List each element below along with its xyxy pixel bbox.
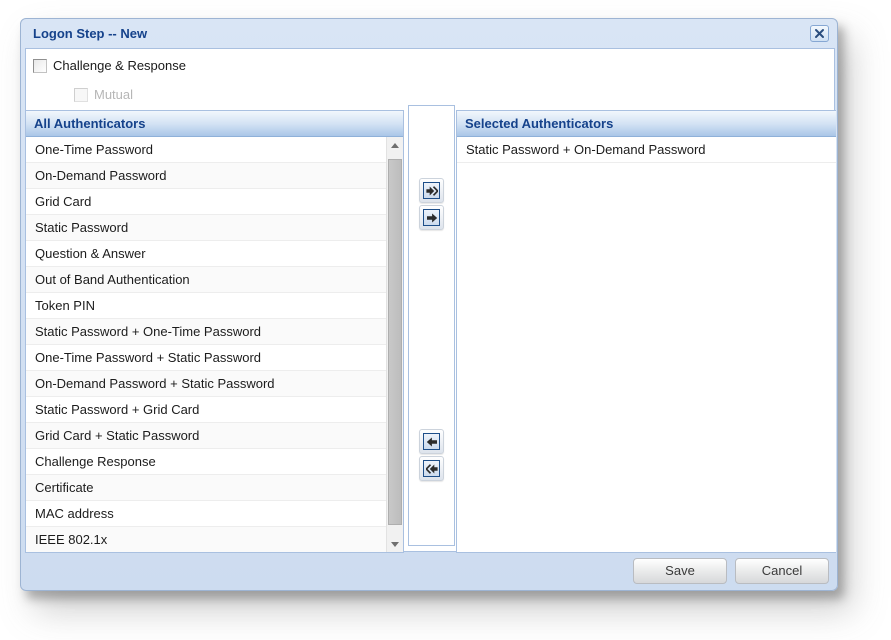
list-item[interactable]: IEEE 802.1x (26, 527, 386, 552)
list-item[interactable]: Certificate (26, 475, 386, 501)
save-button[interactable]: Save (633, 558, 727, 584)
all-authenticators-list: One-Time PasswordOn-Demand PasswordGrid … (26, 137, 386, 552)
scrollbar[interactable] (386, 137, 403, 552)
all-authenticators-panel: All Authenticators One-Time PasswordOn-D… (25, 110, 404, 553)
arrow-right-icon (426, 212, 438, 224)
list-item[interactable]: Static Password + On-Demand Password (457, 137, 836, 163)
scroll-down-button[interactable] (387, 536, 403, 552)
selected-authenticators-panel: Selected Authenticators Static Password … (456, 110, 836, 553)
list-item[interactable]: MAC address (26, 501, 386, 527)
double-arrow-right-icon (426, 185, 438, 197)
dialog-title: Logon Step -- New (33, 26, 147, 41)
list-item[interactable]: One-Time Password (26, 137, 386, 163)
transfer-column (408, 105, 455, 546)
double-arrow-left-icon (426, 463, 438, 475)
list-item[interactable]: On-Demand Password + Static Password (26, 371, 386, 397)
list-item[interactable]: Grid Card (26, 189, 386, 215)
arrow-left-icon (426, 436, 438, 448)
list-item[interactable]: On-Demand Password (26, 163, 386, 189)
list-item[interactable]: Static Password + One-Time Password (26, 319, 386, 345)
challenge-response-checkbox[interactable] (33, 59, 47, 73)
x-icon (814, 28, 825, 39)
dialog-content: Challenge & Response Mutual All Authenti… (25, 48, 835, 552)
list-item[interactable]: Static Password + Grid Card (26, 397, 386, 423)
selected-authenticators-list: Static Password + On-Demand Password (457, 137, 836, 552)
selected-authenticators-header: Selected Authenticators (457, 111, 836, 137)
logon-step-dialog: Logon Step -- New Challenge & Response M… (20, 18, 838, 591)
list-item[interactable]: One-Time Password + Static Password (26, 345, 386, 371)
list-item[interactable]: Token PIN (26, 293, 386, 319)
list-item[interactable]: Static Password (26, 215, 386, 241)
triangle-down-icon (391, 542, 399, 547)
list-item[interactable]: Challenge Response (26, 449, 386, 475)
triangle-up-icon (391, 143, 399, 148)
close-button[interactable] (810, 25, 829, 42)
dialog-titlebar: Logon Step -- New (21, 19, 837, 48)
challenge-response-label: Challenge & Response (53, 58, 186, 73)
move-all-right-button[interactable] (419, 178, 444, 203)
list-item[interactable]: Out of Band Authentication (26, 267, 386, 293)
move-left-button[interactable] (419, 429, 444, 454)
scrollbar-thumb[interactable] (388, 159, 402, 525)
challenge-response-row: Challenge & Response (33, 58, 186, 73)
list-item[interactable]: Grid Card + Static Password (26, 423, 386, 449)
scroll-up-button[interactable] (387, 137, 403, 153)
mutual-row: Mutual (74, 87, 133, 102)
move-all-left-button[interactable] (419, 456, 444, 481)
move-right-button[interactable] (419, 205, 444, 230)
all-authenticators-header: All Authenticators (26, 111, 403, 137)
cancel-button[interactable]: Cancel (735, 558, 829, 584)
mutual-label: Mutual (94, 87, 133, 102)
list-item[interactable]: Question & Answer (26, 241, 386, 267)
mutual-checkbox (74, 88, 88, 102)
